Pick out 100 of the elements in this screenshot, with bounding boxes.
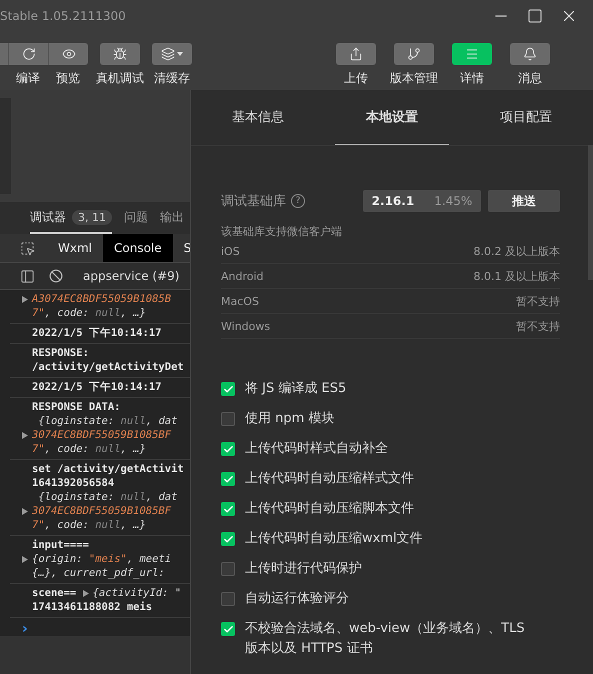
log-line: {origin: "meis", meeti	[32, 552, 172, 566]
toolbar-label: 上传	[344, 70, 368, 87]
toolbar-button[interactable]	[48, 43, 88, 65]
layers-icon	[161, 47, 175, 61]
support-value: 暂不支持	[516, 318, 560, 334]
bug-icon	[113, 47, 127, 61]
check-icon	[222, 474, 234, 484]
checkbox[interactable]	[221, 562, 235, 576]
version-selector[interactable]: 2.16.1 1.45%	[363, 190, 481, 212]
expand-icon[interactable]	[22, 432, 28, 438]
log-line: 1641392056584	[32, 476, 114, 490]
toolbar-label: 消息	[518, 70, 542, 87]
checkbox[interactable]	[221, 412, 235, 426]
platform-name: Windows	[221, 320, 270, 332]
log-line: input====	[32, 538, 89, 552]
toolbar-button[interactable]	[336, 43, 376, 65]
support-title: 该基础库支持微信客户端	[221, 224, 343, 239]
toolbar-button[interactable]	[8, 43, 48, 65]
log-line: 7", code: null, …}	[32, 442, 146, 456]
expand-icon[interactable]	[82, 590, 89, 596]
expand-icon[interactable]	[22, 296, 28, 302]
window-title: Stable 1.05.2111300	[0, 9, 126, 23]
platform-name: iOS	[221, 244, 240, 258]
check-icon	[222, 624, 234, 634]
checkbox[interactable]	[221, 442, 235, 456]
expand-icon[interactable]	[22, 556, 28, 562]
eye-icon	[62, 47, 76, 61]
settings-tab[interactable]: 基本信息	[201, 90, 315, 145]
debugger-tab[interactable]: 输出	[160, 202, 184, 234]
checkbox[interactable]	[221, 472, 235, 486]
option-label: 上传代码时样式自动补全	[245, 440, 389, 458]
check-icon	[222, 504, 234, 514]
option-label: 上传代码时自动压缩脚本文件	[245, 500, 415, 518]
log-line: 17413461188082 meis	[32, 600, 152, 614]
caret-icon	[177, 52, 183, 56]
version-text: 2.16.1	[372, 194, 414, 208]
log-line: 2022/1/5 下午10:14:17	[32, 380, 162, 394]
option-label: 不校验合法域名、web-view（业务域名）、TLS 版本以及 HTTPS 证书	[245, 620, 526, 658]
menu-icon	[465, 47, 479, 61]
check-icon	[222, 384, 234, 394]
toolbar-button[interactable]	[394, 43, 434, 65]
maximize-icon[interactable]	[527, 8, 543, 24]
clear-console-icon[interactable]	[49, 269, 63, 283]
bell-icon	[523, 47, 537, 61]
log-line: set /activity/getActivit	[32, 462, 184, 476]
devtools-tab[interactable]: Wxml	[47, 234, 103, 262]
upload-icon	[349, 47, 363, 61]
toolbar-button[interactable]	[100, 43, 140, 65]
console-prompt[interactable]: ›	[22, 621, 28, 636]
toolbar-label: 预览	[56, 70, 80, 87]
toolbar-label: 版本管理	[390, 70, 438, 87]
log-line: RESPONSE DATA:	[32, 400, 121, 414]
settings-tab[interactable]: 本地设置	[335, 90, 449, 145]
log-line: {loginstate: null, dat	[37, 490, 178, 504]
help-icon[interactable]: ?	[291, 194, 305, 208]
support-value: 8.0.1 及以上版本	[474, 268, 560, 284]
check-icon	[222, 534, 234, 544]
checkbox[interactable]	[221, 532, 235, 546]
checkbox[interactable]	[221, 382, 235, 396]
option-label: 自动运行体验评分	[245, 590, 350, 608]
expand-icon[interactable]	[22, 508, 28, 514]
toolbar-label: 详情	[460, 70, 484, 87]
log-line: RESPONSE:	[32, 346, 89, 360]
debugger-tab[interactable]: 问题	[124, 202, 148, 234]
branch-icon	[407, 47, 421, 61]
log-line: 7", code: null, …}	[32, 518, 146, 532]
toolbar-label: 真机调试	[96, 70, 144, 87]
toolbar-label: 编译	[16, 70, 40, 87]
log-line: {…}, current_pdf_url:	[32, 566, 165, 580]
log-line: 7", code: null, …}	[32, 306, 146, 320]
library-label: 调试基础库	[221, 193, 286, 210]
inspect-icon[interactable]	[20, 240, 35, 256]
usage-percent: 1.45%	[434, 194, 472, 208]
checkbox[interactable]	[221, 502, 235, 516]
devtools-tab[interactable]: Console	[103, 234, 173, 262]
settings-tab[interactable]: 项目配置	[469, 90, 583, 145]
platform-name: MacOS	[221, 294, 259, 308]
log-line: 3074EC8BDF55059B1085BF	[32, 428, 172, 442]
log-line: 3074EC8BDF55059B1085BF	[32, 504, 172, 518]
sidebar-toggle-icon[interactable]	[20, 268, 35, 284]
refresh-icon	[22, 47, 36, 61]
support-value: 8.0.2 及以上版本	[474, 244, 560, 258]
option-label: 上传代码时自动压缩wxml文件	[245, 530, 424, 548]
support-value: 暂不支持	[516, 294, 560, 308]
log-line: /activity/getActivityDet	[32, 360, 184, 374]
option-label: 将 JS 编译成 ES5	[245, 380, 348, 398]
platform-name: Android	[221, 270, 264, 282]
checkbox[interactable]	[221, 622, 235, 636]
toolbar-button[interactable]	[510, 43, 550, 65]
toolbar-button[interactable]	[152, 43, 192, 65]
check-icon	[222, 444, 234, 454]
log-line: scene== {activityId: "	[32, 586, 182, 600]
log-line: 2022/1/5 下午10:14:17	[32, 326, 162, 340]
push-button[interactable]: 推送	[488, 190, 560, 212]
option-label: 上传代码时自动压缩样式文件	[245, 470, 415, 488]
count-badge: 3, 11	[72, 210, 112, 224]
option-label: 使用 npm 模块	[245, 410, 336, 428]
log-line: {loginstate: null, dat	[37, 414, 178, 428]
toolbar-label: 清缓存	[154, 70, 190, 87]
checkbox[interactable]	[221, 592, 235, 606]
